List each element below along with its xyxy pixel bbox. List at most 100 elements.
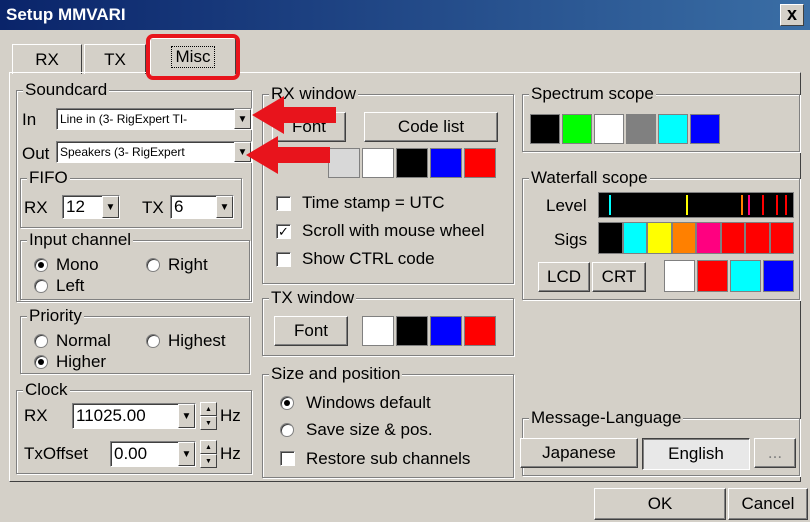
spectrum-color-swatch[interactable] [530,114,560,144]
tab-tx[interactable]: TX [84,44,146,74]
tx-color-swatch[interactable] [464,316,496,346]
sigs-color-swatch[interactable] [671,222,696,254]
chevron-down-icon[interactable]: ▼ [102,196,119,218]
group-title: TX window [269,288,357,308]
save-size-radio[interactable] [280,423,294,437]
sigs-color-swatch[interactable] [622,222,647,254]
waterfall-color-swatch[interactable] [697,260,728,292]
waterfall-color-swatch[interactable] [664,260,695,292]
chevron-down-icon[interactable]: ▼ [178,404,195,428]
fifo-tx-select[interactable]: 6 ▼ [170,195,234,219]
level-mark [686,195,689,215]
out-device-select[interactable]: Speakers (3- RigExpert ▼ [56,141,252,163]
group-title: FIFO [27,168,70,188]
group-title: Input channel [27,230,134,250]
waterfall-color-row [664,260,794,292]
japanese-button[interactable]: Japanese [520,438,638,468]
rx-color-swatch[interactable] [430,148,462,178]
level-mark [748,195,751,215]
restore-sub-checkbox[interactable] [280,451,295,466]
sigs-color-swatch[interactable] [598,222,623,254]
code-list-button[interactable]: Code list [364,112,498,142]
sigs-color-swatch[interactable] [769,222,794,254]
rx-color-swatch[interactable] [396,148,428,178]
down-icon[interactable]: ▼ [200,454,217,468]
level-mark [740,195,743,215]
tab-rx[interactable]: RX [12,44,82,74]
cancel-button[interactable]: Cancel [728,488,808,520]
highest-radio[interactable] [146,334,160,348]
txoffset-label: TxOffset [24,444,88,463]
show-ctrl-checkbox[interactable] [276,252,291,267]
arrow-annotation-icon [252,96,336,134]
left-radio[interactable] [34,279,48,293]
clock-rx-label: RX [24,406,48,425]
sigs-color-row [598,222,794,254]
spectrum-color-swatch[interactable] [690,114,720,144]
sigs-color-swatch[interactable] [720,222,745,254]
level-bar[interactable] [598,192,794,218]
fifo-tx-label: TX [142,198,164,217]
time-stamp-checkbox[interactable] [276,196,291,211]
rx-color-row [328,148,496,178]
lcd-button[interactable]: LCD [538,262,590,292]
level-mark [785,195,788,215]
in-label: In [22,110,37,129]
fifo-rx-label: RX [24,198,48,217]
in-device-value: Line in (3- RigExpert TI- [60,112,188,126]
tx-color-swatch[interactable] [430,316,462,346]
txoffset-select[interactable]: 0.00 ▼ [110,441,196,467]
higher-radio[interactable] [34,355,48,369]
out-device-value: Speakers (3- RigExpert [60,145,185,159]
crt-button[interactable]: CRT [592,262,646,292]
more-button[interactable]: ... [754,438,796,468]
group-title: Spectrum scope [529,84,656,104]
english-button[interactable]: English [642,438,750,470]
chevron-down-icon[interactable]: ▼ [178,442,195,466]
rx-color-swatch[interactable] [328,148,360,178]
sigs-label: Sigs [554,230,588,249]
sigs-color-swatch[interactable] [696,222,721,254]
rx-color-swatch[interactable] [362,148,394,178]
mono-label: Mono [56,255,99,274]
group-title: Message-Language [529,408,684,428]
scroll-wheel-checkbox[interactable]: ✓ [276,224,291,239]
rx-color-swatch[interactable] [464,148,496,178]
close-button[interactable]: x [780,4,804,26]
sigs-color-swatch[interactable] [745,222,770,254]
up-icon[interactable]: ▲ [200,402,217,416]
windows-default-radio[interactable] [280,396,294,410]
tx-color-row [362,316,496,346]
chevron-down-icon[interactable]: ▼ [234,109,251,129]
show-ctrl-label: Show CTRL code [302,249,435,268]
normal-radio[interactable] [34,334,48,348]
down-icon[interactable]: ▼ [200,416,217,430]
mono-radio[interactable] [34,258,48,272]
waterfall-color-swatch[interactable] [730,260,761,292]
out-label: Out [22,144,50,163]
window-title: Setup MMVARI [6,5,126,24]
ok-button[interactable]: OK [594,488,726,520]
level-label: Level [546,196,587,215]
clock-rx-spinner[interactable]: ▲ ▼ [200,402,217,430]
highlight-box [146,34,240,80]
clock-rx-select[interactable]: 11025.00 ▼ [72,403,196,429]
input-channel-group: Input channel [20,230,250,300]
up-icon[interactable]: ▲ [200,440,217,454]
clock-rx-value: 11025.00 [76,406,146,425]
txoffset-value: 0.00 [114,444,148,463]
sigs-color-swatch[interactable] [647,222,672,254]
tx-color-swatch[interactable] [362,316,394,346]
in-device-select[interactable]: Line in (3- RigExpert TI- ▼ [56,108,252,130]
right-radio[interactable] [146,258,160,272]
tx-color-swatch[interactable] [396,316,428,346]
spectrum-color-swatch[interactable] [658,114,688,144]
fifo-rx-select[interactable]: 12 ▼ [62,195,120,219]
spectrum-color-swatch[interactable] [562,114,592,144]
waterfall-color-swatch[interactable] [763,260,794,292]
chevron-down-icon[interactable]: ▼ [216,196,233,218]
spectrum-color-swatch[interactable] [594,114,624,144]
txoffset-spinner[interactable]: ▲ ▼ [200,440,217,468]
tx-font-button[interactable]: Font [274,316,348,346]
spectrum-color-swatch[interactable] [626,114,656,144]
